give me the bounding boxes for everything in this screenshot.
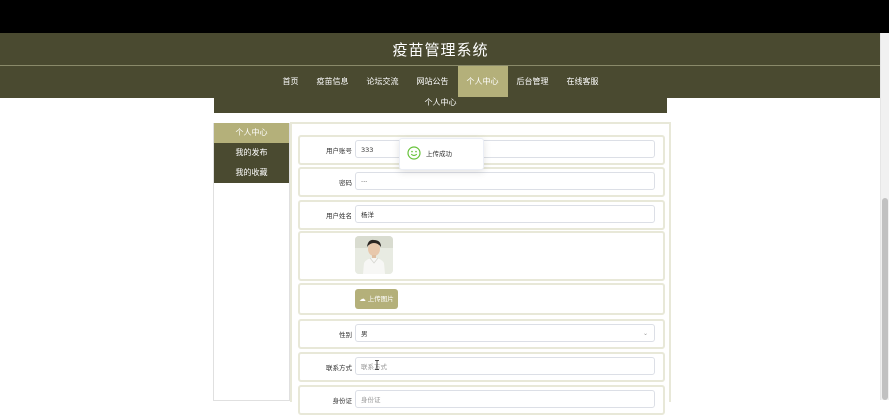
cloud-upload-icon: ☁ [359, 295, 366, 303]
chevron-down-icon: ⌄ [642, 330, 648, 337]
upload-button-label: 上传图片 [367, 295, 394, 303]
idcard-input[interactable]: 身份证 [355, 390, 655, 408]
avatar-image [355, 236, 393, 274]
form-row-contact: 联系方式 联系方式 [298, 352, 665, 382]
idcard-placeholder: 身份证 [361, 396, 381, 404]
name-input[interactable]: 杨洋 [355, 205, 655, 223]
success-toast: 上传成功 [399, 138, 484, 170]
form-row-upload: ☁ 上传图片 [298, 283, 665, 315]
sidebar-item-my-posts[interactable]: 我的发布 [214, 143, 289, 163]
nav-item-forum[interactable]: 论坛交流 [358, 66, 408, 98]
page-title: 个人中心 [214, 97, 667, 113]
page-scrollbar[interactable] [880, 33, 889, 400]
nav-item-profile[interactable]: 个人中心 [457, 66, 508, 98]
password-input[interactable]: ··· [355, 172, 655, 190]
gender-select-value: 男 [361, 330, 368, 338]
nav-item-admin[interactable]: 后台管理 [508, 66, 558, 98]
nav-item-vaccine-info[interactable]: 疫苗信息 [308, 66, 358, 98]
gender-select[interactable]: 男 ⌄ [355, 324, 655, 342]
smile-icon [407, 146, 421, 160]
contact-input[interactable]: 联系方式 [355, 357, 655, 375]
sidebar: 个人中心 我的发布 我的收藏 [213, 123, 290, 401]
text-cursor-icon [375, 360, 379, 370]
form-row-name: 用户姓名 杨洋 [298, 200, 665, 230]
site-header: 疫苗管理系统 [0, 33, 881, 65]
name-label: 用户姓名 [326, 212, 352, 220]
username-label: 用户账号 [326, 147, 352, 155]
upload-image-button[interactable]: ☁ 上传图片 [355, 289, 398, 309]
password-label: 密码 [339, 179, 352, 187]
sidebar-item-profile[interactable]: 个人中心 [214, 123, 289, 143]
browser-top-bar [0, 0, 889, 33]
gender-label: 性别 [339, 331, 352, 339]
nav-item-home[interactable]: 首页 [274, 66, 308, 98]
toast-message: 上传成功 [426, 150, 452, 158]
scrollbar-thumb[interactable] [882, 198, 888, 400]
nav-item-support[interactable]: 在线客服 [558, 66, 608, 98]
site-title: 疫苗管理系统 [392, 40, 489, 59]
main-nav: 首页 疫苗信息 论坛交流 网站公告 个人中心 后台管理 在线客服 [0, 65, 881, 98]
form-row-avatar [298, 231, 665, 281]
form-row-password: 密码 ··· [298, 167, 665, 197]
sidebar-item-favorites[interactable]: 我的收藏 [214, 163, 289, 183]
form-row-idcard: 身份证 身份证 [298, 385, 665, 415]
form-row-gender: 性别 男 ⌄ [298, 319, 665, 349]
contact-label: 联系方式 [326, 364, 352, 372]
idcard-label: 身份证 [332, 397, 353, 405]
nav-item-announcements[interactable]: 网站公告 [408, 66, 458, 98]
